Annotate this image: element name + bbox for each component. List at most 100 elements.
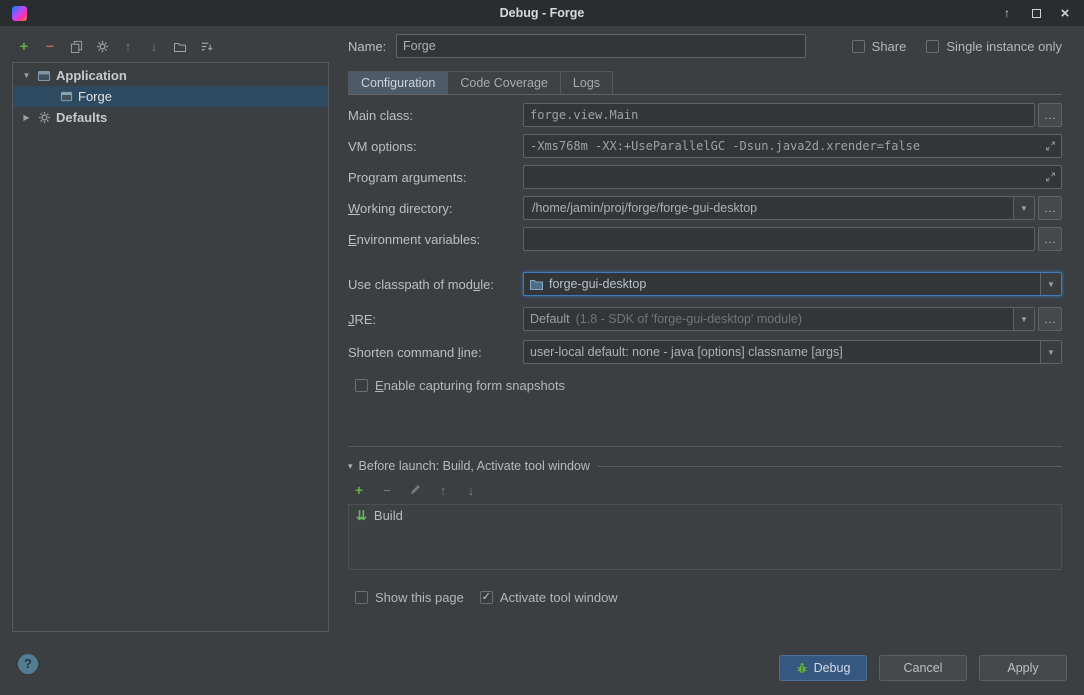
edit-task-button[interactable] — [407, 482, 423, 498]
shorten-command-line-combobox[interactable]: user-local default: none - java [options… — [523, 340, 1062, 364]
chevron-down-icon: ▼ — [1047, 280, 1055, 289]
new-folder-button[interactable] — [172, 38, 188, 54]
vm-options-input[interactable] — [523, 134, 1062, 158]
share-checkbox-box[interactable] — [852, 40, 865, 53]
config-tabs: Configuration Code Coverage Logs — [348, 71, 1062, 95]
capture-snapshots-checkbox-box[interactable] — [355, 379, 368, 392]
close-icon: × — [1061, 5, 1070, 22]
jre-combobox[interactable]: Default (1.8 - SDK of 'forge-gui-desktop… — [523, 307, 1035, 331]
help-button[interactable]: ? — [18, 654, 38, 674]
application-config-icon — [59, 90, 73, 104]
edit-defaults-button[interactable] — [94, 38, 110, 54]
single-instance-checkbox-box[interactable] — [926, 40, 939, 53]
wrench-icon — [96, 40, 109, 53]
configurations-sidebar: + − ↑ ↓ ▼ — [0, 26, 340, 640]
move-up-button[interactable]: ↑ — [120, 38, 136, 54]
environment-variables-label: Environment variables: — [348, 232, 523, 247]
jre-dropdown-button[interactable]: ▼ — [1013, 308, 1034, 330]
add-icon: + — [355, 482, 363, 498]
shorten-command-line-value: user-local default: none - java [options… — [524, 341, 1040, 363]
browse-working-directory-button[interactable]: … — [1038, 196, 1062, 220]
tree-row-defaults[interactable]: ▶ Defaults — [13, 107, 328, 128]
tab-code-coverage[interactable]: Code Coverage — [447, 71, 561, 94]
single-instance-label: Single instance only — [946, 39, 1062, 54]
remove-task-button[interactable]: − — [379, 482, 395, 498]
chevron-down-icon[interactable]: ▼ — [21, 71, 32, 80]
debug-button[interactable]: Debug — [779, 655, 867, 681]
expand-field-icon[interactable] — [1045, 172, 1056, 183]
copy-icon — [70, 40, 83, 53]
defaults-gear-icon — [37, 111, 51, 125]
ellipsis-icon: … — [1044, 232, 1056, 246]
move-task-up-button[interactable]: ↑ — [435, 482, 451, 498]
titlebar: Debug - Forge ↑ × — [0, 0, 1084, 26]
environment-variables-input[interactable] — [523, 227, 1035, 251]
window-close-button[interactable]: × — [1058, 6, 1072, 20]
working-directory-dropdown-button[interactable]: ▼ — [1013, 197, 1034, 219]
single-instance-checkbox[interactable]: Single instance only — [926, 39, 1062, 54]
task-build-label: Build — [374, 508, 403, 523]
build-icon: ⇊ — [356, 509, 367, 522]
working-directory-input[interactable] — [530, 200, 1007, 216]
copy-configuration-button[interactable] — [68, 38, 84, 54]
tab-configuration[interactable]: Configuration — [348, 71, 448, 94]
tab-logs[interactable]: Logs — [560, 71, 613, 94]
add-configuration-button[interactable]: + — [16, 38, 32, 54]
module-dropdown-button[interactable]: ▼ — [1040, 273, 1061, 295]
pencil-icon — [409, 484, 421, 496]
collapse-triangle-icon[interactable]: ▾ — [348, 461, 353, 472]
chevron-right-icon[interactable]: ▶ — [21, 113, 32, 122]
configurations-tree: ▼ Application Forge ▶ — [12, 62, 329, 632]
add-task-button[interactable]: + — [351, 482, 367, 498]
intellij-logo-icon — [12, 6, 27, 21]
move-task-down-button[interactable]: ↓ — [463, 482, 479, 498]
working-directory-label: Working directory: — [348, 201, 523, 216]
before-launch-section: ▾ Before launch: Build, Activate tool wi… — [348, 459, 1062, 605]
window-title: Debug - Forge — [0, 6, 1084, 20]
name-input[interactable] — [396, 34, 806, 58]
share-checkbox[interactable]: Share — [852, 39, 907, 54]
cancel-button[interactable]: Cancel — [879, 655, 967, 681]
question-icon: ? — [24, 656, 32, 671]
apply-button[interactable]: Apply — [979, 655, 1067, 681]
sort-configurations-button[interactable] — [198, 38, 214, 54]
vm-options-label: VM options: — [348, 139, 523, 154]
task-build[interactable]: ⇊ Build — [349, 505, 1061, 526]
arrow-down-icon: ↓ — [468, 483, 475, 498]
share-label: Share — [872, 39, 907, 54]
window-shade-button[interactable]: ↑ — [1000, 6, 1014, 20]
capture-snapshots-label: Enable capturing form snapshots — [375, 378, 565, 393]
remove-configuration-button[interactable]: − — [42, 38, 58, 54]
expand-field-icon[interactable] — [1045, 141, 1056, 152]
section-divider — [598, 466, 1062, 467]
activate-tool-window-label: Activate tool window — [500, 590, 618, 605]
jre-value: Default — [530, 312, 570, 326]
tree-row-forge[interactable]: Forge — [13, 86, 328, 107]
move-down-button[interactable]: ↓ — [146, 38, 162, 54]
capture-snapshots-checkbox[interactable]: Enable capturing form snapshots — [355, 378, 565, 393]
ellipsis-icon: … — [1044, 312, 1056, 326]
module-value: forge-gui-desktop — [549, 277, 646, 291]
configuration-editor: Name: Share Single instance only Configu… — [340, 26, 1084, 640]
module-combobox[interactable]: forge-gui-desktop ▼ — [523, 272, 1062, 296]
before-launch-toolbar: + − ↑ ↓ — [348, 473, 1062, 498]
main-class-input[interactable] — [523, 103, 1035, 127]
show-this-page-checkbox[interactable]: Show this page — [355, 590, 464, 605]
browse-environment-variables-button[interactable]: … — [1038, 227, 1062, 251]
shorten-dropdown-button[interactable]: ▼ — [1040, 341, 1061, 363]
program-arguments-input[interactable] — [523, 165, 1062, 189]
remove-icon: − — [383, 483, 391, 498]
activate-tool-window-checkbox-box[interactable] — [480, 591, 493, 604]
before-launch-title: Before launch: Build, Activate tool wind… — [359, 459, 590, 473]
window-maximize-button[interactable] — [1029, 6, 1043, 20]
tree-row-application[interactable]: ▼ Application — [13, 65, 328, 86]
activate-tool-window-checkbox[interactable]: Activate tool window — [480, 590, 618, 605]
show-this-page-checkbox-box[interactable] — [355, 591, 368, 604]
ellipsis-icon: … — [1044, 108, 1056, 122]
browse-main-class-button[interactable]: … — [1038, 103, 1062, 127]
working-directory-combobox[interactable]: ▼ — [523, 196, 1035, 220]
show-this-page-label: Show this page — [375, 590, 464, 605]
tree-label-forge: Forge — [78, 89, 112, 104]
before-launch-task-list[interactable]: ⇊ Build — [348, 504, 1062, 570]
browse-jre-button[interactable]: … — [1038, 307, 1062, 331]
